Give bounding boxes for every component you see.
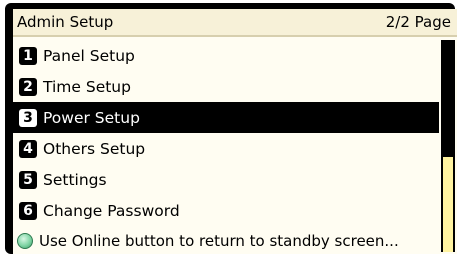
menu-item-label: Power Setup [43,108,140,127]
menu-item-label: Settings [43,170,107,189]
menu-item-panel-setup[interactable]: 1 Panel Setup [13,40,439,71]
menu-item-label: Panel Setup [43,46,135,65]
hint-text: Use Online button to return to standby s… [39,232,399,250]
menu-item-label: Time Setup [43,77,131,96]
menu-item-others-setup[interactable]: 4 Others Setup [13,133,439,164]
page-indicator: 2/2 Page [385,13,451,31]
online-led-icon [17,233,33,249]
screen-title: Admin Setup [17,13,114,31]
menu-item-power-setup[interactable]: 3 Power Setup [13,102,439,133]
number-5-icon: 5 [19,170,37,189]
screen-header: Admin Setup 2/2 Page [13,9,457,37]
number-1-icon: 1 [19,46,37,65]
admin-setup-menu: 1 Panel Setup 2 Time Setup 3 Power Setup… [13,40,439,226]
number-3-icon: 3 [19,108,37,127]
menu-item-time-setup[interactable]: 2 Time Setup [13,71,439,102]
number-2-icon: 2 [19,77,37,96]
number-6-icon: 6 [19,201,37,220]
lcd-screen: Admin Setup 2/2 Page 1 Panel Setup 2 Tim… [13,9,457,254]
number-4-icon: 4 [19,139,37,158]
menu-item-change-password[interactable]: 6 Change Password [13,195,439,226]
scrollbar[interactable] [441,40,455,252]
menu-item-settings[interactable]: 5 Settings [13,164,439,195]
menu-item-label: Others Setup [43,139,146,158]
scrollbar-thumb[interactable] [443,157,453,252]
panel-bezel: Admin Setup 2/2 Page 1 Panel Setup 2 Tim… [5,3,457,254]
status-hint: Use Online button to return to standby s… [13,228,439,254]
menu-item-label: Change Password [43,201,180,220]
